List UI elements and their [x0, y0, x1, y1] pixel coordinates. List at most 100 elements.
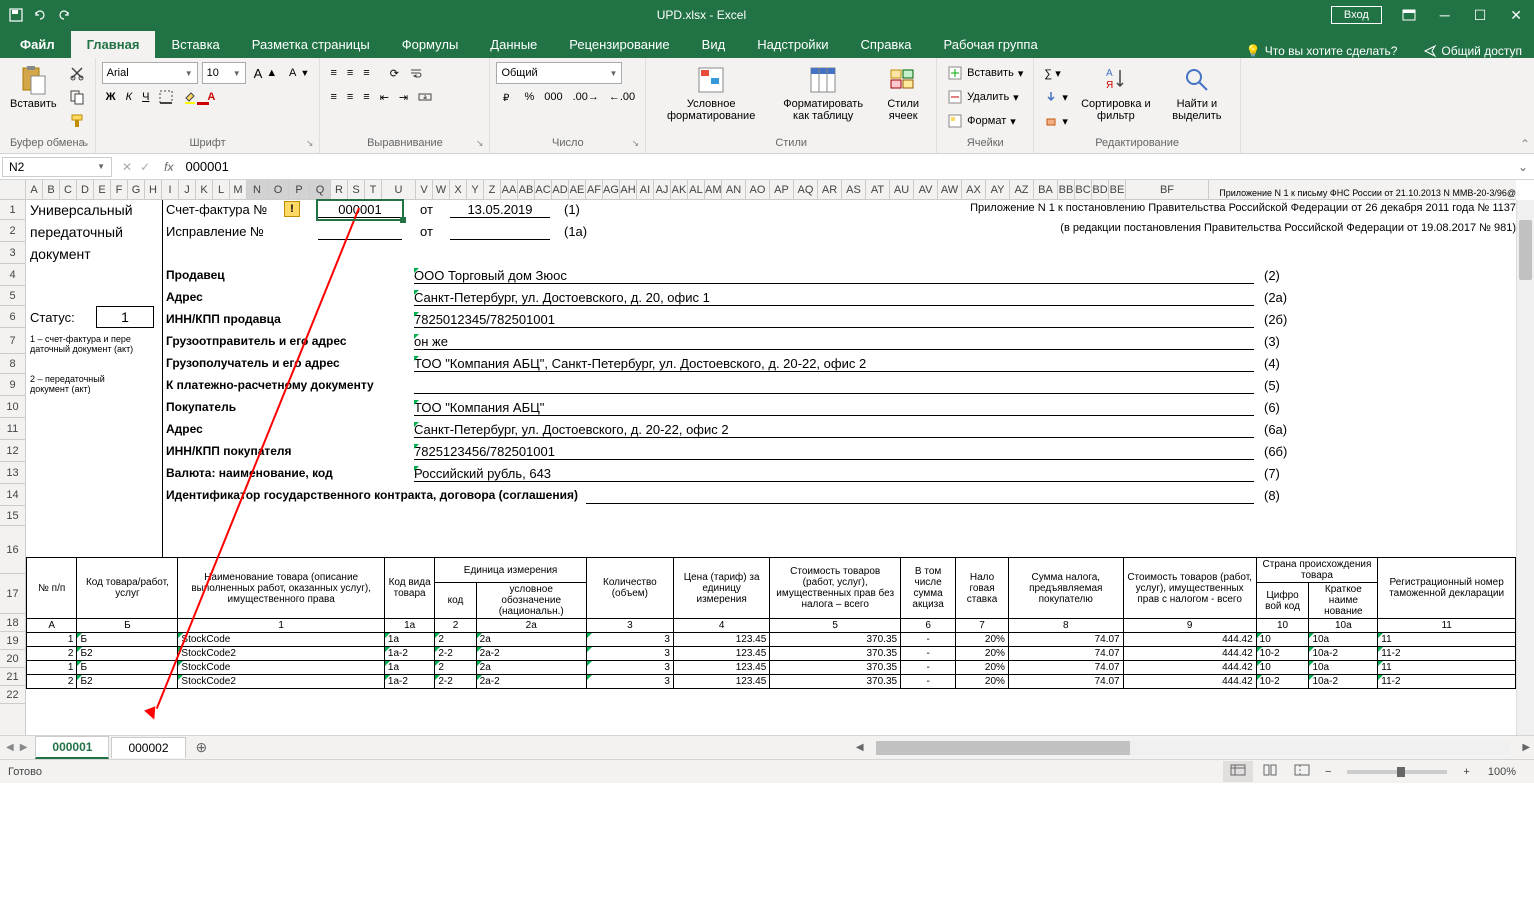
- col-header-AG[interactable]: AG: [603, 180, 620, 199]
- ribbon-display-icon[interactable]: [1390, 0, 1428, 30]
- font-launcher[interactable]: ↘: [306, 138, 314, 149]
- col-header-AB[interactable]: AB: [518, 180, 535, 199]
- percent-format-icon[interactable]: %: [520, 86, 538, 108]
- col-header-AP[interactable]: AP: [770, 180, 794, 199]
- autosum-button[interactable]: ∑ ▾: [1040, 62, 1072, 84]
- col-header-H[interactable]: H: [145, 180, 162, 199]
- row-header-12[interactable]: 12: [0, 440, 25, 462]
- decrease-font-icon[interactable]: A▼: [285, 62, 313, 84]
- italic-button[interactable]: К: [122, 86, 136, 108]
- delete-cells-button[interactable]: Удалить ▾: [943, 86, 1027, 108]
- col-header-C[interactable]: C: [60, 180, 77, 199]
- row-header-5[interactable]: 5: [0, 286, 25, 306]
- expand-formula-bar-icon[interactable]: ⌄: [1512, 160, 1534, 174]
- increase-indent-icon[interactable]: ⇥: [395, 86, 412, 108]
- row-header-11[interactable]: 11: [0, 418, 25, 440]
- col-header-AJ[interactable]: AJ: [654, 180, 671, 199]
- row-header-22[interactable]: 22: [0, 686, 25, 704]
- col-header-AC[interactable]: AC: [535, 180, 552, 199]
- clipboard-launcher[interactable]: ↘: [81, 138, 89, 149]
- formula-input[interactable]: [179, 157, 1511, 176]
- row-headers[interactable]: 12345678910111213141516171819202122: [0, 200, 26, 735]
- cell-styles-button[interactable]: Стили ячеек: [876, 62, 930, 124]
- tab-review[interactable]: Рецензирование: [553, 31, 685, 58]
- login-button[interactable]: Вход: [1331, 6, 1382, 24]
- row-header-8[interactable]: 8: [0, 354, 25, 374]
- col-header-S[interactable]: S: [348, 180, 365, 199]
- row-header-20[interactable]: 20: [0, 650, 25, 668]
- alignment-launcher[interactable]: ↘: [476, 138, 484, 149]
- sort-filter-button[interactable]: АЯ Сортировка и фильтр: [1076, 62, 1156, 124]
- row-header-13[interactable]: 13: [0, 462, 25, 484]
- col-header-I[interactable]: I: [162, 180, 179, 199]
- tab-data[interactable]: Данные: [474, 31, 553, 58]
- tell-me-input[interactable]: 💡 Что вы хотите сделать?: [1246, 44, 1398, 58]
- tab-formulas[interactable]: Формулы: [386, 31, 475, 58]
- col-header-O[interactable]: O: [268, 180, 289, 199]
- comma-format-icon[interactable]: 000: [540, 86, 566, 108]
- row-header-10[interactable]: 10: [0, 396, 25, 418]
- orientation-icon[interactable]: ⟳: [386, 62, 403, 84]
- horizontal-scrollbar[interactable]: [876, 741, 1511, 755]
- close-button[interactable]: ✕: [1498, 0, 1534, 30]
- col-header-R[interactable]: R: [331, 180, 348, 199]
- clear-button[interactable]: ▾: [1040, 110, 1072, 132]
- border-button[interactable]: [155, 86, 177, 108]
- fx-icon[interactable]: fx: [158, 160, 179, 174]
- col-header-A[interactable]: A: [26, 180, 43, 199]
- number-launcher[interactable]: ↘: [632, 138, 640, 149]
- vertical-scrollbar[interactable]: [1516, 200, 1534, 735]
- underline-button[interactable]: Ч: [138, 86, 153, 108]
- row-header-16[interactable]: 16: [0, 526, 25, 574]
- align-bottom-icon[interactable]: ≡: [359, 62, 373, 84]
- find-select-button[interactable]: Найти и выделить: [1160, 62, 1234, 124]
- insert-cells-button[interactable]: Вставить ▾: [943, 62, 1027, 84]
- copy-button[interactable]: [65, 86, 89, 108]
- maximize-button[interactable]: ☐: [1462, 0, 1499, 30]
- col-header-B[interactable]: B: [43, 180, 60, 199]
- col-header-G[interactable]: G: [128, 180, 145, 199]
- col-header-AM[interactable]: AM: [705, 180, 722, 199]
- tab-home[interactable]: Главная: [71, 31, 156, 58]
- tab-file[interactable]: Файл: [4, 31, 71, 58]
- col-header-AF[interactable]: AF: [586, 180, 603, 199]
- wrap-text-icon[interactable]: [405, 62, 427, 84]
- col-header-AL[interactable]: AL: [688, 180, 705, 199]
- view-page-break-icon[interactable]: [1287, 761, 1317, 782]
- tab-layout[interactable]: Разметка страницы: [236, 31, 386, 58]
- decrease-decimal-icon[interactable]: ←.00: [605, 86, 639, 108]
- col-header-AN[interactable]: AN: [722, 180, 746, 199]
- sheet-body[interactable]: Универсальный передаточный документ Стат…: [26, 200, 1516, 735]
- col-header-D[interactable]: D: [77, 180, 94, 199]
- save-icon[interactable]: [8, 7, 24, 23]
- error-indicator-icon[interactable]: !: [284, 201, 300, 217]
- font-color-button[interactable]: A: [203, 86, 219, 108]
- sheet-tab-1[interactable]: 000001: [35, 736, 109, 759]
- bold-button[interactable]: Ж: [102, 86, 120, 108]
- row-header-4[interactable]: 4: [0, 264, 25, 286]
- name-box[interactable]: N2▼: [2, 157, 112, 177]
- col-header-AK[interactable]: AK: [671, 180, 688, 199]
- col-header-AE[interactable]: AE: [569, 180, 586, 199]
- increase-font-icon[interactable]: A▲: [250, 62, 281, 84]
- row-header-1[interactable]: 1: [0, 200, 25, 220]
- col-header-AD[interactable]: AD: [552, 180, 569, 199]
- col-header-U[interactable]: U: [382, 180, 416, 199]
- hscroll-left-icon[interactable]: ◀: [852, 742, 868, 753]
- tab-help[interactable]: Справка: [845, 31, 928, 58]
- tab-addins[interactable]: Надстройки: [741, 31, 844, 58]
- col-header-AH[interactable]: AH: [620, 180, 637, 199]
- row-header-7[interactable]: 7: [0, 328, 25, 354]
- tab-insert[interactable]: Вставка: [155, 31, 235, 58]
- fill-color-button[interactable]: [179, 86, 201, 108]
- hscroll-thumb[interactable]: [876, 741, 1130, 755]
- align-top-icon[interactable]: ≡: [326, 62, 340, 84]
- fill-button[interactable]: ▾: [1040, 86, 1072, 108]
- format-as-table-button[interactable]: Форматировать как таблицу: [774, 62, 872, 124]
- enter-formula-icon[interactable]: ✓: [140, 160, 150, 174]
- minimize-button[interactable]: ─: [1428, 0, 1462, 30]
- scrollbar-thumb[interactable]: [1519, 220, 1532, 280]
- font-name-combo[interactable]: Arial▼: [102, 62, 198, 84]
- col-header-AA[interactable]: AA: [501, 180, 518, 199]
- row-header-21[interactable]: 21: [0, 668, 25, 686]
